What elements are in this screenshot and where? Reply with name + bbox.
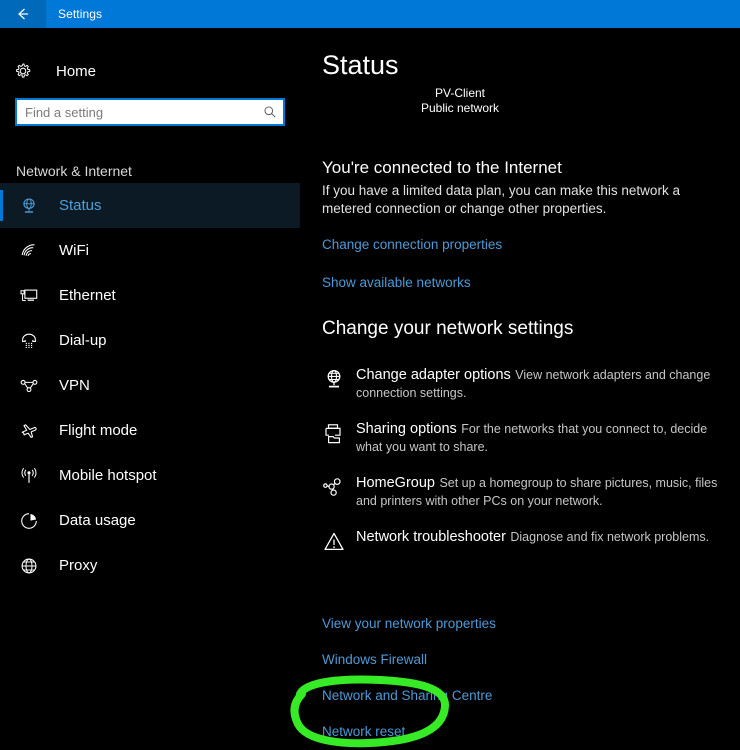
sidebar-item-home-label: Home <box>56 62 97 80</box>
homegroup-nodes-icon <box>322 474 356 504</box>
sidebar-item-flight-mode[interactable]: Flight mode <box>0 408 300 453</box>
network-settings-heading: Change your network settings <box>322 318 574 339</box>
link-change-connection-properties[interactable]: Change connection properties <box>322 237 502 252</box>
search-box[interactable] <box>15 98 285 126</box>
sidebar: Home Network & Internet <box>0 28 300 750</box>
main-content: Status PV-Client Public network You're c… <box>300 28 740 750</box>
network-settings-list: Change adapter options View network adap… <box>300 366 740 576</box>
sidebar-item-vpn-label: VPN <box>59 377 90 394</box>
sidebar-item-ethernet-label: Ethernet <box>59 287 116 304</box>
back-button[interactable] <box>0 0 46 28</box>
sidebar-item-status-label: Status <box>59 197 102 214</box>
sidebar-item-data-usage-label: Data usage <box>59 512 136 529</box>
option-title: HomeGroup <box>356 475 435 491</box>
ethernet-icon <box>16 283 42 309</box>
option-description: Diagnose and fix network problems. <box>510 530 710 544</box>
sidebar-nav: Status WiFi Ethernet Dial-up VPN Flight … <box>0 183 300 588</box>
sidebar-section-header: Network & Internet <box>16 163 132 179</box>
network-status-icon <box>16 193 42 219</box>
sidebar-item-dialup[interactable]: Dial-up <box>0 318 300 363</box>
option-network-troubleshooter[interactable]: Network troubleshooter Diagnose and fix … <box>300 528 740 558</box>
option-homegroup[interactable]: HomeGroup Set up a homegroup to share pi… <box>300 474 740 510</box>
sidebar-item-status[interactable]: Status <box>0 183 300 228</box>
option-title: Network troubleshooter <box>356 529 506 545</box>
search-input[interactable] <box>17 100 257 124</box>
sidebar-item-flight-mode-label: Flight mode <box>59 422 138 439</box>
link-view-network-properties[interactable]: View your network properties <box>322 616 496 631</box>
hotspot-icon <box>16 463 42 489</box>
sidebar-item-data-usage[interactable]: Data usage <box>0 498 300 543</box>
option-title: Change adapter options <box>356 367 511 383</box>
option-sharing-options[interactable]: Sharing options For the networks that yo… <box>300 420 740 456</box>
settings-window: Settings Home Network & Internet <box>0 0 740 750</box>
window-title: Settings <box>58 7 103 21</box>
dialup-phone-icon <box>16 328 42 354</box>
title-bar: Settings <box>0 0 740 28</box>
sidebar-item-proxy-label: Proxy <box>59 557 98 574</box>
option-change-adapter-options[interactable]: Change adapter options View network adap… <box>300 366 740 402</box>
network-identity: PV-Client Public network <box>300 86 620 115</box>
connection-status-heading: You're connected to the Internet <box>322 158 562 177</box>
gear-icon <box>14 62 40 80</box>
sidebar-item-dialup-label: Dial-up <box>59 332 107 349</box>
globe-icon <box>16 553 42 579</box>
link-show-available-networks[interactable]: Show available networks <box>322 275 471 290</box>
sidebar-item-ethernet[interactable]: Ethernet <box>0 273 300 318</box>
wifi-icon <box>16 238 42 264</box>
sidebar-item-wifi-label: WiFi <box>59 242 89 259</box>
warning-triangle-icon <box>322 528 356 558</box>
sidebar-item-home[interactable]: Home <box>14 56 96 86</box>
connection-description: If you have a limited data plan, you can… <box>322 183 680 216</box>
link-network-and-sharing-centre[interactable]: Network and Sharing Centre <box>322 688 496 703</box>
adapter-globe-icon <box>322 366 356 396</box>
airplane-icon <box>16 418 42 444</box>
bottom-links: View your network properties Windows Fir… <box>322 616 496 750</box>
sidebar-item-wifi[interactable]: WiFi <box>0 228 300 273</box>
vpn-icon <box>16 373 42 399</box>
network-type: Public network <box>420 101 500 115</box>
pie-chart-icon <box>16 508 42 534</box>
page-title: Status <box>322 50 399 80</box>
link-network-reset[interactable]: Network reset <box>322 724 496 739</box>
search-icon[interactable] <box>257 105 283 119</box>
option-title: Sharing options <box>356 421 457 437</box>
network-name: PV-Client <box>434 86 486 98</box>
sidebar-item-mobile-hotspot-label: Mobile hotspot <box>59 467 157 484</box>
printer-share-icon <box>322 420 356 450</box>
back-arrow-icon <box>14 5 32 23</box>
sidebar-item-vpn[interactable]: VPN <box>0 363 300 408</box>
sidebar-item-proxy[interactable]: Proxy <box>0 543 300 588</box>
link-windows-firewall[interactable]: Windows Firewall <box>322 652 496 667</box>
sidebar-item-mobile-hotspot[interactable]: Mobile hotspot <box>0 453 300 498</box>
